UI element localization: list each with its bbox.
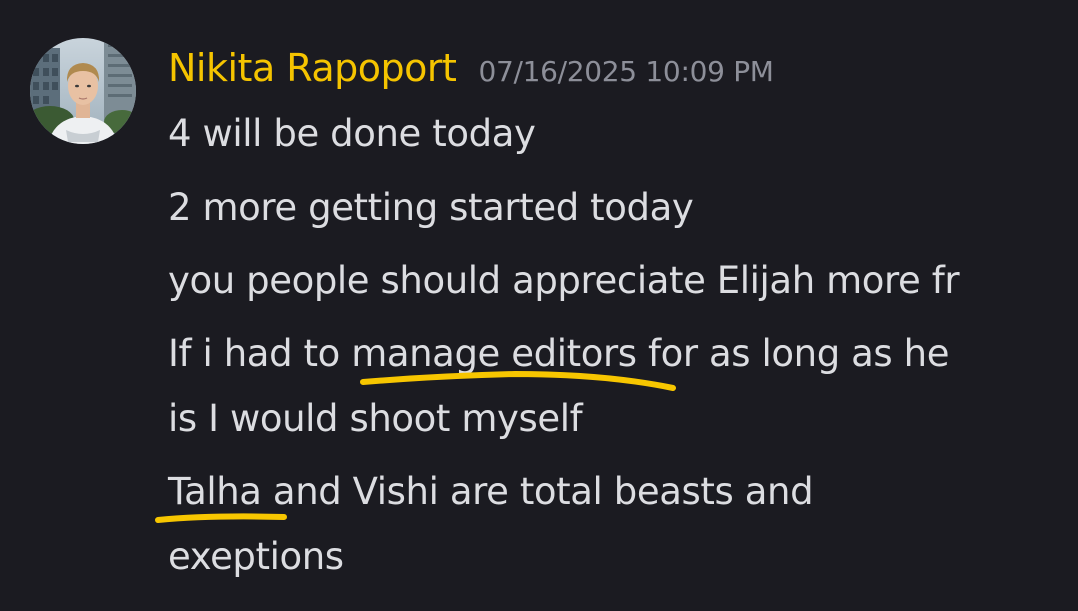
message-header: Nikita Rapoport 07/16/2025 10:09 PM <box>168 46 774 102</box>
avatar[interactable] <box>30 38 136 144</box>
message-line: 2 more getting started today <box>168 186 694 229</box>
chat-message: Nikita Rapoport 07/16/2025 10:09 PM 4 wi… <box>0 0 1078 611</box>
message-line: 4 will be done today <box>168 112 536 155</box>
username[interactable]: Nikita Rapoport <box>168 46 457 90</box>
message-line: If i had to manage editors for as long a… <box>168 332 950 375</box>
avatar-photo-icon <box>30 38 136 144</box>
timestamp: 07/16/2025 10:09 PM <box>478 55 774 88</box>
message-line: Talha and Vishi are total beasts and <box>168 470 814 513</box>
message-line: is I would shoot myself <box>168 397 583 440</box>
message-line: exeptions <box>168 535 344 578</box>
message-line: you people should appreciate Elijah more… <box>168 259 960 302</box>
